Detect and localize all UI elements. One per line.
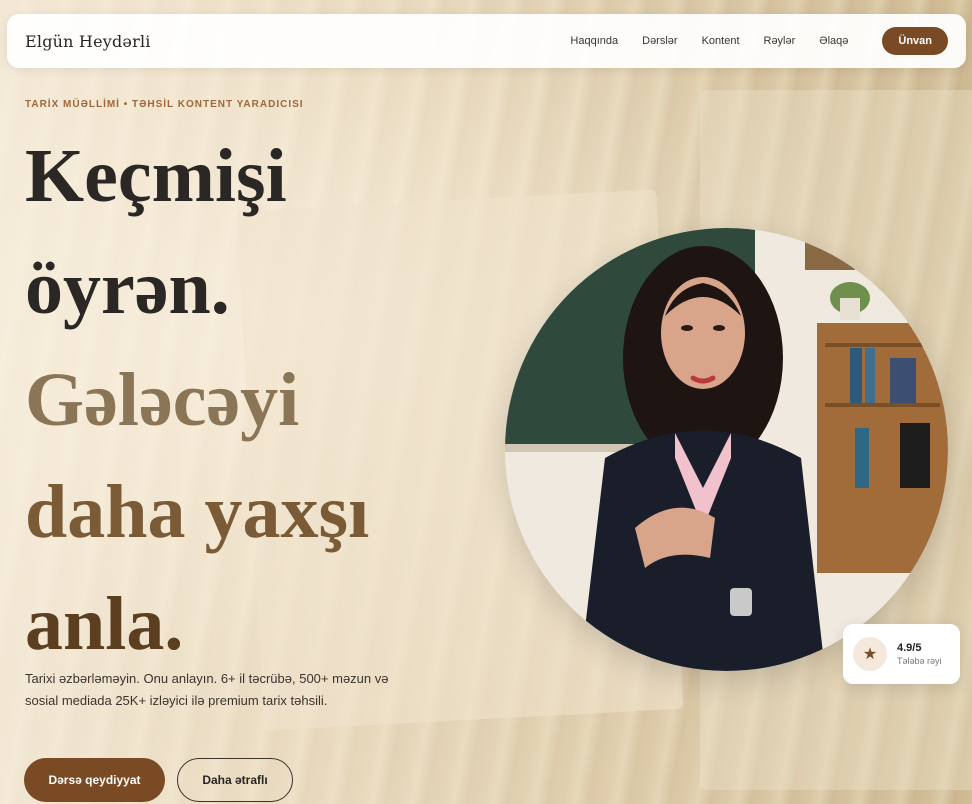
top-navbar: Elgün Heydərli Haqqında Dərslər Kontent … xyxy=(7,14,966,68)
nav-links: Haqqında Dərslər Kontent Rəylər Əlaqə Ün… xyxy=(570,27,948,55)
rating-card: ★ 4.9/5 Tələbə rəyi xyxy=(843,624,960,684)
brand-name[interactable]: Elgün Heydərli xyxy=(25,32,151,51)
teacher-portrait xyxy=(505,228,948,671)
hero-description: Tarixi əzbərləməyin. Onu anlayın. 6+ il … xyxy=(25,671,389,708)
headline-line-2: öyrən. xyxy=(25,246,230,330)
nav-link-about[interactable]: Haqqında xyxy=(570,35,618,47)
hero-eyebrow: TARİX MÜƏLLİMİ • TƏHSİL KONTENT YARADICI… xyxy=(25,99,304,110)
learn-more-button[interactable]: Daha ətraflı xyxy=(177,758,293,802)
rating-text: 4.9/5 Tələbə rəyi xyxy=(897,642,942,666)
nav-cta-button[interactable]: Ünvan xyxy=(882,27,948,55)
enroll-button[interactable]: Dərsə qeydiyyat xyxy=(24,758,165,802)
nav-link-lessons[interactable]: Dərslər xyxy=(642,35,677,47)
headline-line-1: Keçmişi xyxy=(25,134,287,218)
portrait-illustration xyxy=(505,228,948,671)
hero-headline: Keçmişi öyrən. Gələcəyi daha yaxşı anla. xyxy=(25,138,465,698)
headline-line-4: daha yaxşı xyxy=(25,470,370,554)
rating-label: Tələbə rəyi xyxy=(897,656,942,666)
nav-link-reviews[interactable]: Rəylər xyxy=(764,35,796,47)
headline-line-3: Gələcəyi xyxy=(25,358,300,442)
nav-link-contact[interactable]: Əlaqə xyxy=(819,35,848,47)
nav-link-content[interactable]: Kontent xyxy=(702,35,740,47)
rating-score: 4.9/5 xyxy=(897,642,922,654)
star-icon: ★ xyxy=(853,637,887,671)
